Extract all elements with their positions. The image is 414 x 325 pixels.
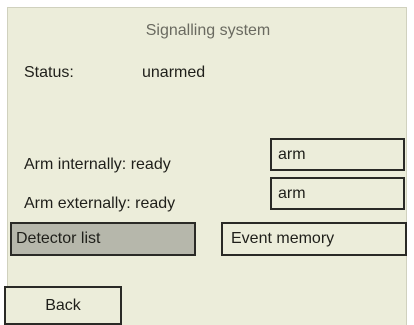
status-value: unarmed [142,64,206,81]
status-label: Status: [24,64,74,81]
arm-internally-label: Arm internally: ready [24,156,171,173]
detector-list-button[interactable]: Detector list [10,222,196,256]
arm-externally-label: Arm externally: ready [24,195,176,212]
event-memory-button-label: Event memory [231,230,335,247]
event-memory-button[interactable]: Event memory [221,222,407,256]
arm-externally-button[interactable]: arm [270,177,405,210]
page-title: Signalling system [145,22,271,39]
back-button-label: Back [45,296,81,314]
back-button[interactable]: Back [4,286,122,325]
detector-list-button-label: Detector list [16,230,101,247]
arm-externally-button-label: arm [278,184,306,202]
arm-internally-button[interactable]: arm [270,138,405,171]
arm-internally-button-label: arm [278,145,306,163]
